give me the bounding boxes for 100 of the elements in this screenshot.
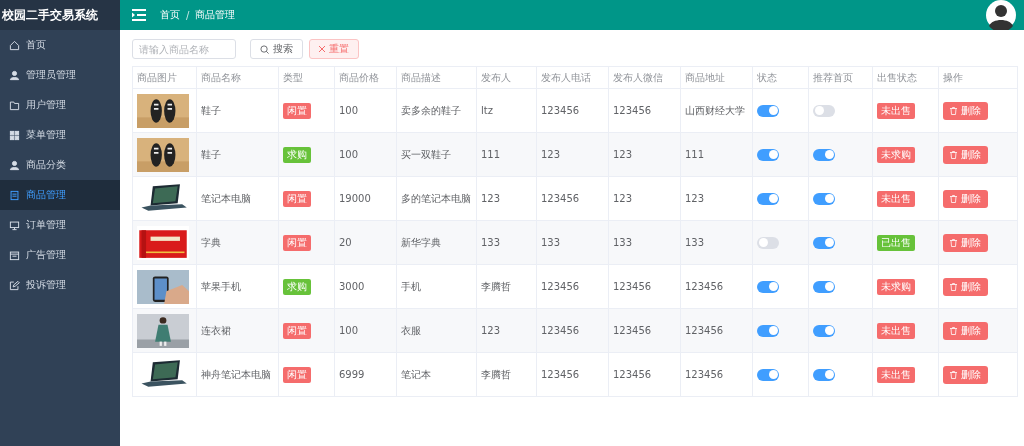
table-cell: 123456 (608, 88, 681, 133)
delete-button[interactable]: 删除 (943, 365, 988, 384)
toggle-switch[interactable] (757, 148, 779, 161)
table-cell: 123456 (608, 352, 681, 397)
toggle-switch[interactable] (813, 104, 835, 117)
status-tag: 闲置 (283, 102, 311, 119)
menu-icon[interactable] (132, 9, 146, 21)
sidebar-item[interactable]: 投诉管理 (0, 270, 120, 300)
table-cell: 123456 (536, 308, 609, 353)
delete-button[interactable]: 删除 (943, 277, 988, 296)
table-cell: 111 (680, 132, 753, 177)
table-cell: 20 (334, 220, 397, 265)
table-cell: 123456 (680, 308, 753, 353)
table-cell: 山西财经大学 (680, 88, 753, 133)
toggle-switch[interactable] (813, 324, 835, 337)
table-cell: 123 (608, 132, 681, 177)
grid-icon (9, 129, 20, 141)
column-header: 商品描述 (396, 66, 477, 89)
table-cell: 100 (334, 88, 397, 133)
toggle-switch[interactable] (813, 192, 835, 205)
toggle-switch[interactable] (813, 236, 835, 249)
table-cell: 3000 (334, 264, 397, 309)
toggle-switch[interactable] (757, 280, 779, 293)
table-cell: 133 (476, 220, 537, 265)
column-header: 状态 (752, 66, 809, 89)
sidebar-item[interactable]: 菜单管理 (0, 120, 120, 150)
table-cell: 123456 (536, 88, 609, 133)
table-cell: 100 (334, 308, 397, 353)
table-cell: ltz (476, 88, 537, 133)
status-tag: 未出售 (877, 366, 915, 383)
trash-icon (950, 194, 957, 203)
home-icon (9, 39, 20, 51)
toggle-switch[interactable] (813, 148, 835, 161)
trash-icon (950, 106, 957, 115)
delete-button[interactable]: 删除 (943, 145, 988, 164)
toggle-switch[interactable] (757, 324, 779, 337)
column-header: 发布人电话 (536, 66, 609, 89)
table-cell: 123456 (680, 352, 753, 397)
delete-button[interactable]: 删除 (943, 233, 988, 252)
sidebar-item[interactable]: 商品分类 (0, 150, 120, 180)
sidebar-item[interactable]: 商品管理 (0, 180, 120, 210)
table-cell: 100 (334, 132, 397, 177)
status-tag: 未出售 (877, 102, 915, 119)
table-cell: 卖多余的鞋子 (396, 88, 477, 133)
app-title: 校园二手交易系统 (2, 6, 98, 24)
table-cell: 123 (476, 176, 537, 221)
sidebar-item[interactable]: 管理员管理 (0, 60, 120, 90)
table-cell: 133 (680, 220, 753, 265)
breadcrumb-separator: / (186, 9, 190, 21)
breadcrumb-link[interactable]: 首页 (160, 8, 180, 22)
table-cell: 123456 (536, 264, 609, 309)
table-cell: 133 (536, 220, 609, 265)
document-icon (9, 189, 20, 201)
status-tag: 未出售 (877, 322, 915, 339)
search-button[interactable]: 搜索 (250, 39, 303, 59)
table-cell: 李腾哲 (476, 352, 537, 397)
folder-icon (9, 99, 20, 111)
table-cell: 123456 (536, 176, 609, 221)
edit-icon (9, 279, 20, 291)
table-cell: 神舟笔记本电脑 (196, 352, 279, 397)
toggle-switch[interactable] (757, 368, 779, 381)
status-tag: 已出售 (877, 234, 915, 251)
avatar-icon[interactable] (986, 0, 1016, 30)
search-field[interactable]: 请输入商品名称 (132, 39, 236, 59)
column-header: 操作 (938, 66, 1018, 89)
sidebar-item[interactable]: 订单管理 (0, 210, 120, 240)
sidebar-item[interactable]: 广告管理 (0, 240, 120, 270)
status-tag: 闲置 (283, 190, 311, 207)
table-cell: 手机 (396, 264, 477, 309)
column-header: 商品地址 (680, 66, 753, 89)
status-tag: 求购 (283, 146, 311, 163)
table-cell: 123456 (608, 264, 681, 309)
calendar-icon (9, 249, 20, 261)
column-header: 商品价格 (334, 66, 397, 89)
sidebar-item[interactable]: 首页 (0, 30, 120, 60)
delete-button[interactable]: 删除 (943, 321, 988, 340)
table-cell: 111 (476, 132, 537, 177)
search-icon (260, 44, 269, 54)
toggle-switch[interactable] (757, 192, 779, 205)
table-cell: 123 (536, 132, 609, 177)
table-cell: 6999 (334, 352, 397, 397)
toggle-switch[interactable] (813, 368, 835, 381)
toggle-switch[interactable] (757, 236, 779, 249)
toggle-switch[interactable] (813, 280, 835, 293)
toggle-switch[interactable] (757, 104, 779, 117)
column-header: 出售状态 (872, 66, 939, 89)
breadcrumb-link[interactable]: 商品管理 (195, 8, 236, 22)
table-cell: 新华字典 (396, 220, 477, 265)
delete-button[interactable]: 删除 (943, 189, 988, 208)
table-cell: 鞋子 (196, 88, 279, 133)
column-header: 推荐首页 (808, 66, 873, 89)
column-header: 发布人 (476, 66, 537, 89)
status-tag: 未出售 (877, 190, 915, 207)
reset-button[interactable]: 重置 (309, 39, 359, 59)
status-tag: 闲置 (283, 234, 311, 251)
trash-icon (950, 282, 957, 291)
delete-button[interactable]: 删除 (943, 101, 988, 120)
sidebar-item[interactable]: 用户管理 (0, 90, 120, 120)
status-tag: 未求购 (877, 146, 915, 163)
status-tag: 闲置 (283, 322, 311, 339)
